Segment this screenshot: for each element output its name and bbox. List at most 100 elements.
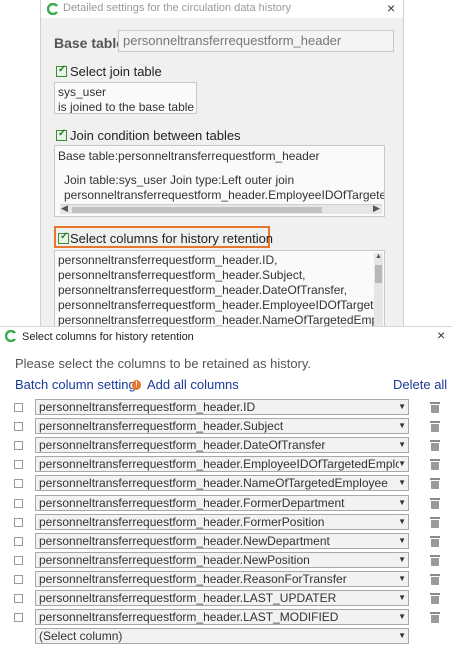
column-select[interactable]: personneltransferrequestform_header.Subj…	[35, 418, 409, 434]
dropdown-arrow-icon: ▼	[398, 574, 406, 583]
row-checkbox[interactable]	[14, 422, 23, 431]
column-select[interactable]: personneltransferrequestform_header.Name…	[35, 475, 409, 491]
base-table-field: personneltransferrequestform_header	[118, 30, 394, 52]
row-checkbox[interactable]	[14, 479, 23, 488]
batch-column-setting-link[interactable]: Batch column setting	[15, 377, 136, 392]
selected-columns-box[interactable]: personneltransferrequestform_header.ID, …	[54, 250, 385, 326]
app-logo-icon	[47, 3, 58, 15]
dropdown-arrow-icon: ▼	[398, 593, 406, 602]
column-name: personneltransferrequestform_header.Subj…	[39, 419, 284, 433]
empty-column-text: (Select column)	[39, 629, 123, 643]
base-table-label: Base table	[54, 35, 125, 51]
trash-icon[interactable]	[430, 612, 440, 623]
join-table-line: sys_user	[58, 85, 107, 99]
column-select[interactable]: personneltransferrequestform_header.LAST…	[35, 609, 409, 625]
row-checkbox[interactable]	[14, 460, 23, 469]
join-table-line: is joined to the base table	[58, 100, 195, 114]
column-select-empty[interactable]: (Select column) ▼	[35, 628, 409, 644]
trash-icon[interactable]	[430, 555, 440, 566]
close-icon[interactable]: ×	[387, 0, 395, 16]
column-select[interactable]: personneltransferrequestform_header.ID ▼	[35, 399, 409, 415]
dropdown-arrow-icon: ▼	[398, 402, 406, 411]
app-logo-icon	[5, 330, 16, 342]
join-condition-box[interactable]: Base table:personneltransferrequestform_…	[54, 145, 385, 217]
checkmark-icon	[56, 128, 67, 141]
select-columns-dialog: Select columns for history retention × P…	[0, 326, 452, 649]
column-name: personneltransferrequestform_header.NewP…	[39, 553, 310, 567]
trash-icon[interactable]	[430, 478, 440, 489]
dropdown-arrow-icon: ▼	[398, 536, 406, 545]
row-checkbox[interactable]	[14, 575, 23, 584]
row-checkbox[interactable]	[14, 556, 23, 565]
select-columns-label[interactable]: Select columns for history retention	[70, 231, 273, 246]
dialog-title: Detailed settings for the circulation da…	[63, 2, 292, 14]
column-select[interactable]: personneltransferrequestform_header.NewD…	[35, 533, 409, 549]
column-name: personneltransferrequestform_header.Reas…	[39, 572, 347, 586]
column-name: personneltransferrequestform_header.Form…	[39, 515, 325, 529]
column-name: personneltransferrequestform_header.NewD…	[39, 534, 330, 548]
trash-icon[interactable]	[430, 459, 440, 470]
trash-icon[interactable]	[430, 440, 440, 451]
close-icon[interactable]: ×	[437, 327, 445, 343]
dropdown-arrow-icon: ▼	[398, 517, 406, 526]
circulation-history-settings-dialog: Detailed settings for the circulation da…	[40, 0, 404, 326]
trash-icon[interactable]	[430, 536, 440, 547]
trash-icon[interactable]	[430, 421, 440, 432]
dialog-title: Select columns for history retention	[22, 331, 194, 343]
horizontal-scrollbar[interactable]: ◀ ▶	[60, 203, 382, 214]
dropdown-arrow-icon: ▼	[398, 631, 406, 640]
column-name: personneltransferrequestform_header.Date…	[39, 438, 326, 452]
join-condition-label[interactable]: Join condition between tables	[70, 128, 241, 143]
selected-column-line: personneltransferrequestform_header.Date…	[58, 283, 348, 297]
trash-icon[interactable]	[430, 517, 440, 528]
column-select[interactable]: personneltransferrequestform_header.NewP…	[35, 552, 409, 568]
row-checkbox[interactable]	[14, 537, 23, 546]
column-select[interactable]: personneltransferrequestform_header.Form…	[35, 514, 409, 530]
trash-icon[interactable]	[430, 498, 440, 509]
column-name: personneltransferrequestform_header.LAST…	[39, 591, 337, 605]
title-bar: Detailed settings for the circulation da…	[41, 0, 403, 18]
selected-column-line: personneltransferrequestform_header.Subj…	[58, 268, 306, 282]
dropdown-arrow-icon: ▼	[398, 478, 406, 487]
join-condition-base: Base table:personneltransferrequestform_…	[58, 149, 320, 163]
trash-icon[interactable]	[430, 593, 440, 604]
join-table-box[interactable]: sys_user is joined to the base table	[54, 82, 197, 114]
checkmark-icon	[56, 64, 67, 77]
column-select[interactable]: personneltransferrequestform_header.Empl…	[35, 456, 409, 472]
column-select[interactable]: personneltransferrequestform_header.Date…	[35, 437, 409, 453]
row-checkbox[interactable]	[14, 518, 23, 527]
add-all-columns-link[interactable]: Add all columns	[147, 377, 239, 392]
dropdown-arrow-icon: ▼	[398, 459, 406, 468]
checkmark-icon	[58, 231, 69, 244]
dropdown-arrow-icon: ▼	[398, 612, 406, 621]
dropdown-arrow-icon: ▼	[398, 498, 406, 507]
column-name: personneltransferrequestform_header.LAST…	[39, 610, 339, 624]
join-condition-line: personneltransferrequestform_header.Empl…	[64, 188, 385, 202]
trash-icon[interactable]	[430, 402, 440, 413]
dropdown-arrow-icon: ▼	[398, 555, 406, 564]
dropdown-arrow-icon: ▼	[398, 421, 406, 430]
instruction-text: Please select the columns to be retained…	[15, 356, 312, 371]
row-checkbox[interactable]	[14, 403, 23, 412]
trash-icon[interactable]	[430, 574, 440, 585]
column-select[interactable]: personneltransferrequestform_header.Form…	[35, 495, 409, 511]
column-name: personneltransferrequestform_header.Name…	[39, 476, 388, 490]
row-checkbox[interactable]	[14, 594, 23, 603]
row-checkbox[interactable]	[14, 613, 23, 622]
column-name: personneltransferrequestform_header.Empl…	[39, 457, 399, 471]
selected-column-line: personneltransferrequestform_header.Empl…	[58, 298, 374, 312]
dropdown-arrow-icon: ▼	[398, 440, 406, 449]
row-checkbox[interactable]	[14, 441, 23, 450]
delete-all-link[interactable]: Delete all	[393, 377, 447, 392]
join-condition-line: Join table:sys_user Join type:Left outer…	[64, 173, 295, 187]
column-select[interactable]: personneltransferrequestform_header.Reas…	[35, 571, 409, 587]
column-name: personneltransferrequestform_header.Form…	[39, 496, 345, 510]
join-table-label[interactable]: Select join table	[70, 64, 162, 79]
column-select[interactable]: personneltransferrequestform_header.LAST…	[35, 590, 409, 606]
vertical-scrollbar[interactable]: ▲	[374, 253, 383, 326]
row-checkbox[interactable]	[14, 499, 23, 508]
column-name: personneltransferrequestform_header.ID	[39, 400, 256, 414]
info-icon[interactable]: !	[132, 380, 141, 390]
selected-column-line: personneltransferrequestform_header.Name…	[58, 313, 379, 326]
selected-column-line: personneltransferrequestform_header.ID,	[58, 253, 278, 267]
